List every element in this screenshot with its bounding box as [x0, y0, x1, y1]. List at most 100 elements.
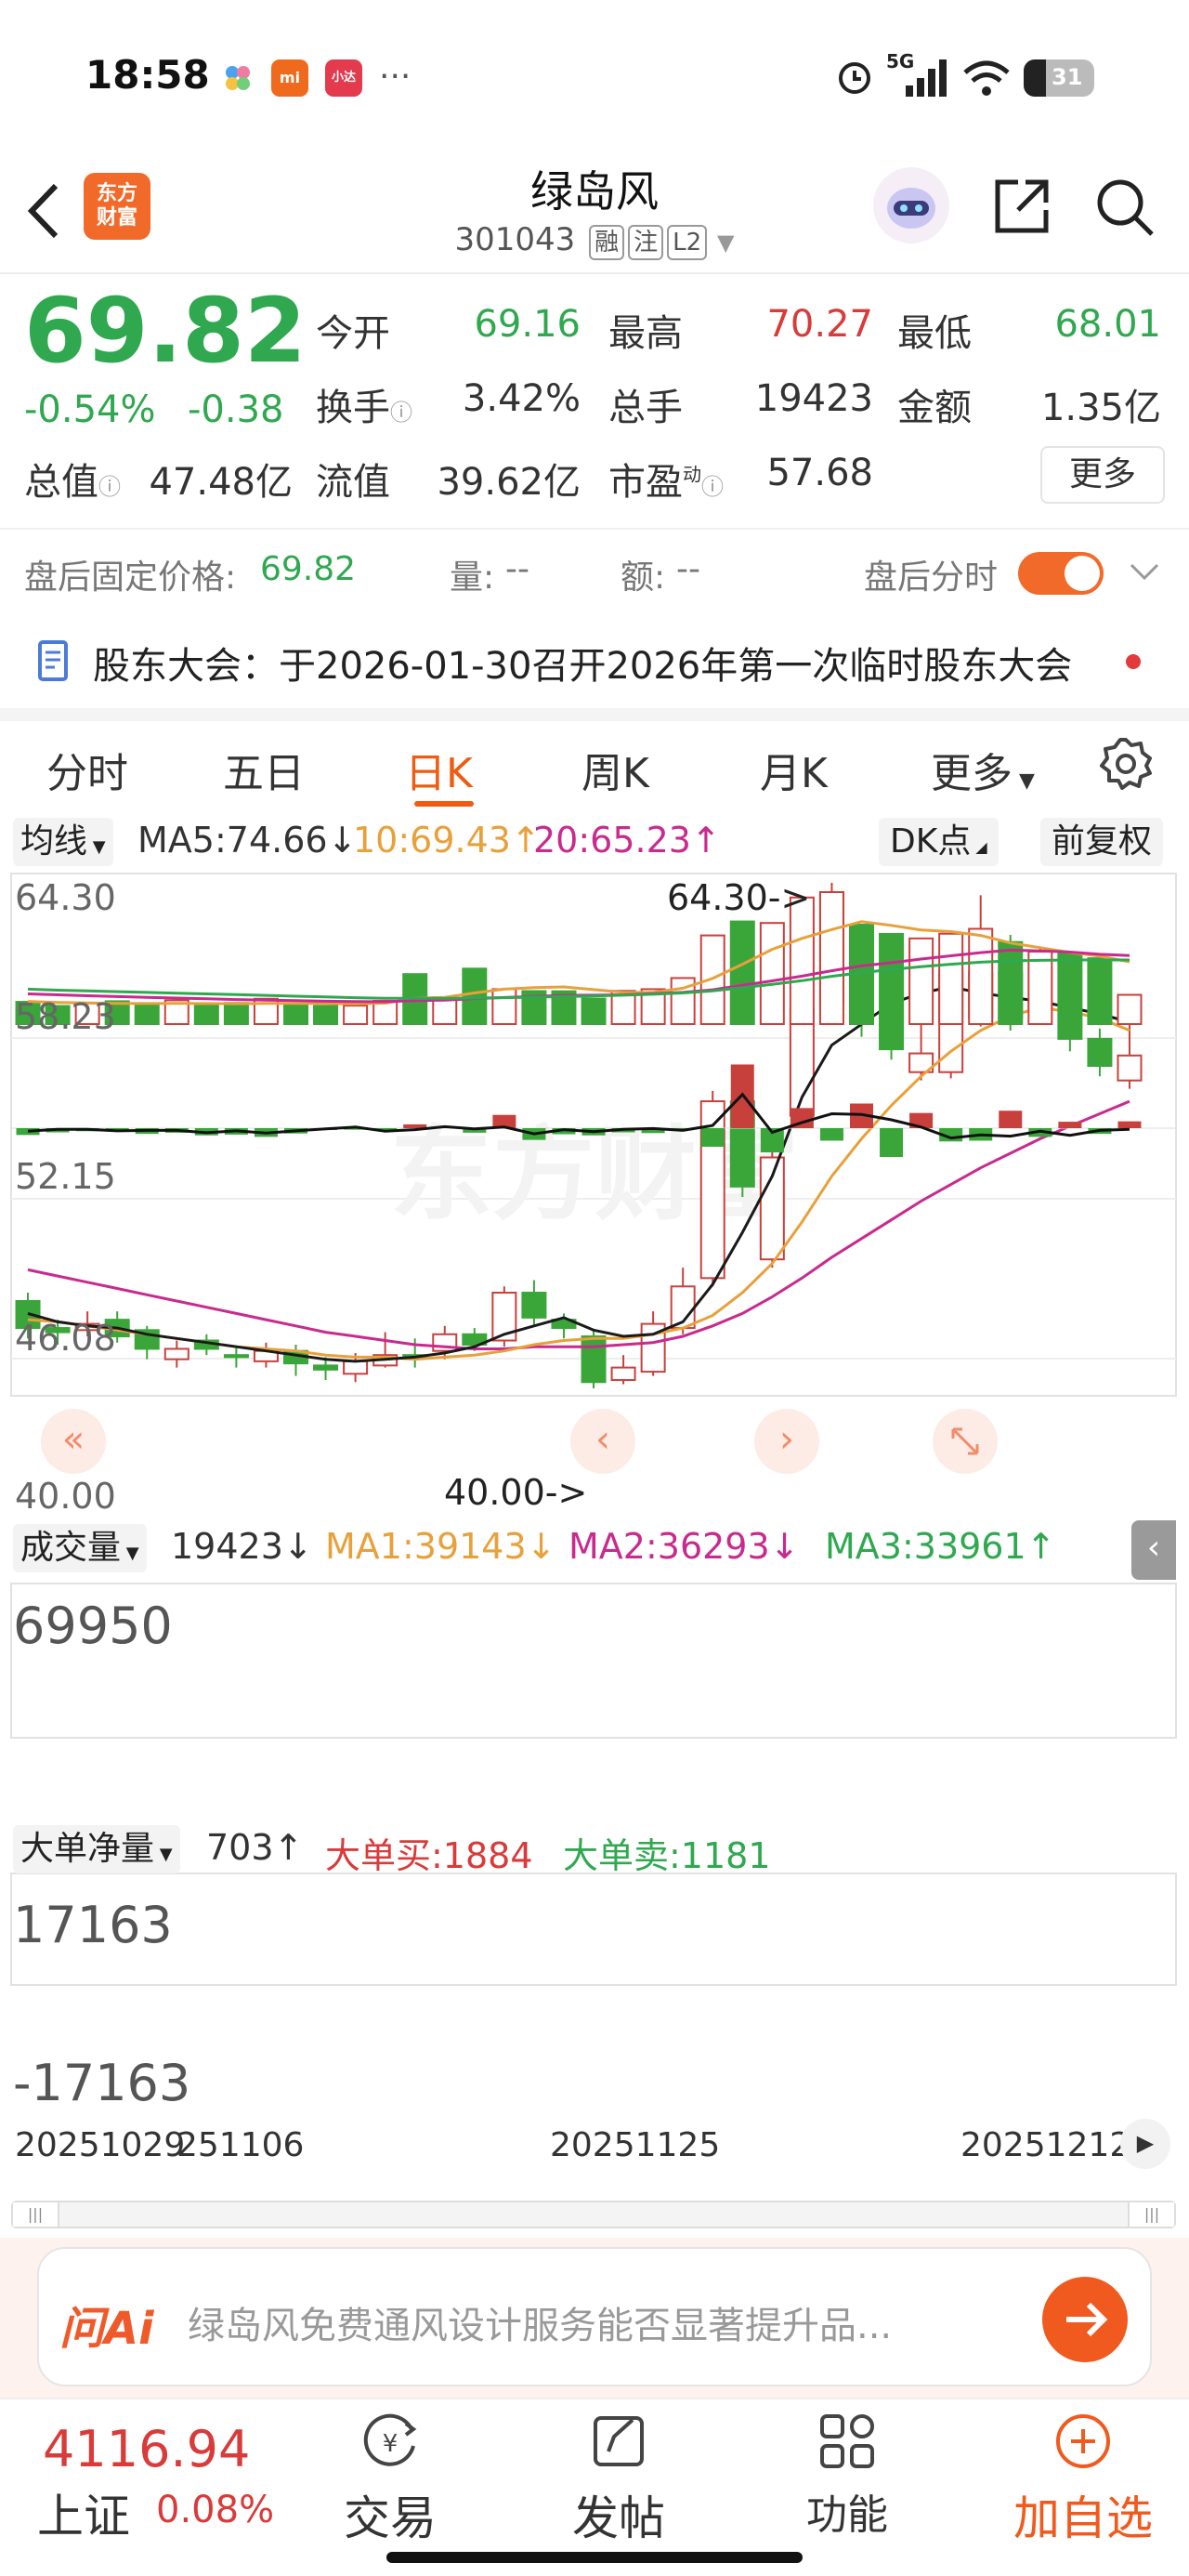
wifi-icon	[961, 58, 1012, 102]
volume-bar	[968, 927, 994, 1025]
total-hands-label: 总手	[608, 387, 683, 429]
signal-icon	[906, 59, 952, 100]
amount-value: 1.35亿	[1040, 387, 1161, 429]
info-icon[interactable]: ⓘ	[390, 400, 412, 426]
chevron-down-icon[interactable]	[1126, 552, 1163, 593]
volume-selector-label: 成交量	[20, 1529, 122, 1567]
candle-body	[581, 1335, 607, 1384]
flow-bar	[1117, 1121, 1142, 1128]
info-icon[interactable]: ⓘ	[98, 474, 121, 500]
alarm-icon	[834, 56, 875, 100]
open-label: 今开	[316, 312, 390, 355]
open-value: 69.16	[474, 303, 581, 346]
step-left-button[interactable]: ‹	[570, 1409, 635, 1474]
nav-trade[interactable]: ¥ 交易	[316, 2399, 464, 2548]
flow-buy-legend: 大单买:1884	[325, 1835, 533, 1876]
market-cap-text: 总值	[24, 461, 98, 504]
play-icon[interactable]: ▶	[1120, 2119, 1170, 2169]
nav-post[interactable]: 发帖	[544, 2399, 693, 2548]
battery-level: 31	[1052, 64, 1083, 90]
nav-functions[interactable]: 功能	[773, 2399, 921, 2541]
nav-functions-label: 功能	[806, 2491, 888, 2539]
settings-gear-icon[interactable]	[1098, 736, 1154, 795]
notice-banner[interactable]: 股东大会：于2026-01-30召开2026年第一次临时股东大会	[0, 613, 1189, 706]
volume-ma2-value: MA2:36293	[568, 1526, 770, 1567]
y-axis-label-4: 46.08	[15, 1318, 116, 1359]
after-hours-toggle-label: 盘后分时	[864, 559, 999, 597]
step-right-button[interactable]: ›	[754, 1409, 819, 1474]
search-icon[interactable]	[1094, 177, 1156, 242]
status-bar: 18:58 mi 小达 ··· 5G 31	[0, 0, 1189, 158]
expand-icon[interactable]	[933, 1409, 998, 1474]
ai-question-input[interactable]: 绿岛风免费通风设计服务能否显著提升品...	[188, 2295, 892, 2349]
scrollbar-left-handle[interactable]: |||	[13, 2202, 59, 2227]
x-axis-label-1: 20251029	[15, 2126, 186, 2164]
candle-body	[343, 1360, 369, 1375]
volume-bar	[223, 1002, 249, 1026]
volume-bar	[1027, 951, 1053, 1025]
volume-value: 19423	[171, 1526, 283, 1567]
robot-avatar-icon[interactable]	[873, 167, 949, 243]
nav-add-watchlist[interactable]: 加自选	[1000, 2399, 1167, 2548]
tab-weekly-k[interactable]: 周K	[581, 740, 649, 799]
flow-sell-legend: 大单卖:1181	[563, 1835, 771, 1876]
volume-ma1-value: MA1:39143	[325, 1526, 527, 1567]
volume-bar	[1057, 953, 1083, 1025]
tab-intraday[interactable]: 分时	[46, 740, 128, 799]
index-price: 4116.94	[43, 2420, 251, 2478]
battery-icon: 31	[1024, 59, 1094, 97]
volume-bar	[462, 967, 488, 1025]
tab-daily-k[interactable]: 日K	[405, 740, 473, 799]
flow-bar	[880, 1128, 904, 1157]
tab-monthly-k[interactable]: 月K	[760, 740, 828, 799]
flow-bar	[999, 1111, 1023, 1128]
pe-label: 市盈动ⓘ	[608, 452, 724, 506]
volume-indicator-selector[interactable]: 成交量 ▼	[13, 1524, 147, 1572]
caret-down-icon: ▼	[154, 1845, 173, 1864]
volume-max-label: 69950	[13, 1597, 173, 1655]
kline-chart-svg[interactable]: 东方财富	[0, 810, 1189, 2195]
after-hours-amount: --	[676, 550, 700, 588]
after-hours-toggle[interactable]	[1018, 552, 1104, 595]
low-label: 最低	[897, 312, 972, 355]
volume-bar	[193, 1005, 219, 1025]
tab-more[interactable]: 更多 ▼	[931, 740, 1035, 799]
nav-trade-label: 交易	[344, 2491, 437, 2545]
flow-bar	[819, 1128, 843, 1141]
active-tab-indicator	[414, 801, 474, 807]
pe-superscript: 动	[683, 463, 701, 486]
amount-label: 金额	[897, 387, 972, 429]
tab-five-day[interactable]: 五日	[223, 740, 305, 799]
flow-bar	[700, 1128, 725, 1147]
volume-ma2-legend: MA2:36293↓	[568, 1526, 800, 1567]
volume-ma3-legend: MA3:33961↑	[825, 1526, 1056, 1567]
y-axis-label-min: 40.00	[15, 1476, 116, 1517]
scroll-left-button[interactable]: «	[41, 1409, 106, 1474]
arrow-right-button[interactable]	[1042, 2277, 1128, 2362]
volume-bar	[938, 932, 964, 1026]
share-icon[interactable]	[992, 177, 1052, 240]
mi-app-icon: mi	[271, 59, 308, 97]
index-name: 上证	[37, 2490, 130, 2543]
notice-text: 股东大会：于2026-01-30召开2026年第一次临时股东大会	[93, 645, 1073, 688]
volume-bar	[581, 997, 607, 1025]
scrollbar-right-handle[interactable]: |||	[1128, 2202, 1174, 2227]
range-scrollbar-track[interactable]: ||| |||	[11, 2201, 1176, 2228]
volume-bar	[908, 937, 934, 1025]
nav-post-label: 发帖	[572, 2491, 665, 2545]
ai-question-bar[interactable]: 问Ai 绿岛风免费通风设计服务能否显著提升品...	[37, 2247, 1152, 2386]
collapse-panel-button[interactable]: ‹	[1131, 1520, 1176, 1580]
margin-tag: 融	[589, 225, 625, 260]
more-button[interactable]: 更多	[1040, 446, 1165, 504]
candle-body	[223, 1354, 249, 1359]
volume-bar	[818, 891, 844, 1025]
index-widget[interactable]: 4116.94 上证 0.08%	[37, 2409, 307, 2548]
volume-bar	[134, 1003, 160, 1025]
flow-indicator-selector[interactable]: 大单净量 ▼	[13, 1825, 180, 1873]
flow-min-label: -17163	[13, 2054, 191, 2112]
after-hours-row: 盘后固定价格: 69.82 量: -- 额: -- 盘后分时	[0, 528, 1189, 611]
info-icon[interactable]: ⓘ	[701, 474, 724, 500]
flow-legend: 703↑	[206, 1827, 304, 1868]
candle-body	[163, 1347, 189, 1360]
change-amount: -0.38	[188, 388, 284, 431]
